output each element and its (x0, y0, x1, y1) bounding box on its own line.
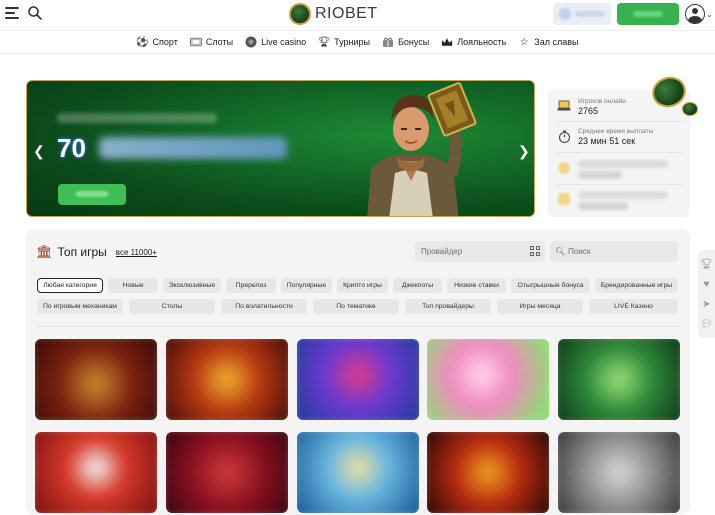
avg-payout-label: Среднее время выплаты (578, 128, 654, 135)
provider-select[interactable]: Провайдер (415, 241, 545, 262)
nav-item-hall-of-fame[interactable]: ☆ Зал славы (512, 36, 584, 48)
hamburger-icon[interactable] (5, 7, 19, 19)
section-divider (36, 326, 680, 327)
top-header: RIOBET ⌄ (0, 0, 715, 28)
category-chip-tables[interactable]: Столы (129, 299, 215, 314)
nav-label: Слоты (205, 37, 234, 47)
category-chip-theme[interactable]: По тематике (313, 299, 399, 314)
nav-item-tournaments[interactable]: 🏆︎ Турниры (312, 36, 376, 48)
category-chip-low-stakes[interactable]: Низкие ставки (447, 278, 506, 293)
category-chip-exclusive[interactable]: Эксклюзивные (163, 278, 221, 293)
chevron-down-icon: ⌄ (706, 9, 713, 19)
banner-amount: 70 (57, 133, 86, 163)
category-chip-prerelease[interactable]: Пререлиз (226, 278, 276, 293)
nav-item-bonuses[interactable]: Бонусы (376, 36, 435, 48)
logo-text: RIOBET (315, 5, 378, 22)
nav-label: Зал славы (534, 37, 579, 47)
nav-label: Live casino (261, 37, 307, 47)
chevron-left-icon[interactable]: ❮ (33, 143, 45, 160)
category-chip-any[interactable]: Любая категория (37, 278, 103, 293)
chat-icon[interactable]: 💬︎ (700, 319, 713, 330)
site-logo[interactable]: RIOBET (289, 3, 378, 25)
game-tile[interactable] (558, 432, 680, 513)
deposit-button[interactable] (617, 3, 679, 25)
banner-character-image (367, 82, 477, 216)
nav-label: Спорт (152, 37, 178, 47)
players-online-label: Игроков онлайн (578, 98, 626, 105)
promo-banner[interactable]: 70 ❮ ❯ (26, 80, 535, 217)
nav-item-sport[interactable]: ⚽ Спорт (131, 36, 184, 48)
game-tile[interactable] (166, 339, 288, 420)
send-icon[interactable]: ➤ (702, 299, 710, 310)
section-header: 🏛︎ Топ игры все 11000+ (36, 244, 157, 260)
all-games-link[interactable]: все 11000+ (116, 248, 157, 257)
nav-item-loyalty[interactable]: Лояльность (435, 36, 512, 48)
section-title: Топ игры (57, 245, 107, 259)
side-quick-panel: 🏆︎ ♥ ➤ 💬︎ (698, 250, 715, 338)
avg-payout-stat: Среднее время выплаты 23 мин 51 сек (556, 128, 682, 147)
category-chip-mechanics[interactable]: По игровым механикам (37, 299, 123, 314)
game-tile[interactable] (166, 432, 288, 513)
game-tile[interactable] (297, 432, 419, 513)
category-chip-popular[interactable]: Популярные (281, 278, 332, 293)
trophy-icon: 🏆︎ (317, 36, 331, 48)
players-online-value: 2765 (578, 106, 599, 116)
soccer-ball-icon: ⚽ (136, 36, 149, 48)
category-chip-crypto[interactable]: Крипто игры (337, 278, 388, 293)
search-icon: 🔍︎ (555, 247, 566, 256)
banner-cta-button[interactable] (58, 184, 126, 205)
casino-chip-decoration-small (682, 102, 698, 116)
search-placeholder: Поиск (568, 247, 591, 256)
category-chip-top-providers[interactable]: Топ провайдеры (405, 299, 491, 314)
avg-payout-value: 23 мин 51 сек (578, 136, 636, 146)
provider-placeholder: Провайдер (421, 247, 463, 256)
category-chip-volatility[interactable]: По волатильности (221, 299, 307, 314)
trophy-gold-icon (556, 191, 572, 207)
grid-icon (530, 246, 540, 256)
star-icon: ☆ (519, 36, 529, 48)
heart-icon[interactable]: ♥ (704, 279, 710, 290)
game-tile[interactable] (35, 432, 157, 513)
user-avatar-icon (685, 4, 705, 24)
profile-menu[interactable]: ⌄ (685, 3, 713, 25)
chevron-right-icon[interactable]: ❯ (518, 143, 530, 160)
game-search-input[interactable]: 🔍︎ Поиск (550, 241, 678, 262)
game-tile[interactable] (35, 339, 157, 420)
nav-label: Бонусы (398, 37, 430, 47)
stopwatch-icon (556, 128, 572, 144)
crown-icon (441, 36, 453, 48)
logo-coin-icon (289, 3, 311, 25)
game-tile[interactable] (297, 339, 419, 420)
main-nav: ⚽ Спорт Слоты Live casino 🏆︎ Турниры Бон… (0, 30, 715, 54)
nav-label: Турниры (334, 37, 370, 47)
banner-subtitle-blurred (57, 113, 217, 123)
live-casino-icon (245, 36, 257, 48)
coins-icon (556, 160, 572, 176)
nav-label: Лояльность (457, 37, 507, 47)
nav-item-slots[interactable]: Слоты (184, 36, 239, 48)
category-chip-live-casino[interactable]: LIVE Казино (589, 299, 678, 314)
laptop-icon (556, 98, 572, 114)
category-chip-games-of-month[interactable]: Игры месяца (497, 299, 583, 314)
top-games-section: 🏛︎ Топ игры все 11000+ Провайдер 🔍︎ Поис… (26, 229, 690, 515)
category-chip-wagering-bonus[interactable]: Отыгрышные бонуса (511, 278, 590, 293)
nav-item-live-casino[interactable]: Live casino (239, 36, 312, 48)
slot-machine-icon (189, 36, 202, 48)
gift-icon (382, 36, 394, 48)
banner-headline-blurred (99, 137, 287, 159)
balance-widget[interactable] (553, 3, 611, 25)
game-tile[interactable] (427, 339, 549, 420)
game-tile[interactable] (558, 339, 680, 420)
trophy-icon[interactable]: 🏆︎ (700, 259, 713, 270)
blurred-stat-1 (556, 160, 682, 179)
category-chip-jackpots[interactable]: Джекпоты (393, 278, 442, 293)
stats-card: Игроков онлайн 2765 Среднее время выплат… (548, 90, 690, 217)
game-tile[interactable] (427, 432, 549, 513)
search-icon[interactable] (27, 5, 43, 21)
casino-building-icon: 🏛︎ (36, 244, 53, 259)
category-chip-branded[interactable]: Брендированные игры (595, 278, 678, 293)
blurred-stat-2 (556, 191, 682, 210)
category-chip-new[interactable]: Новые (108, 278, 158, 293)
